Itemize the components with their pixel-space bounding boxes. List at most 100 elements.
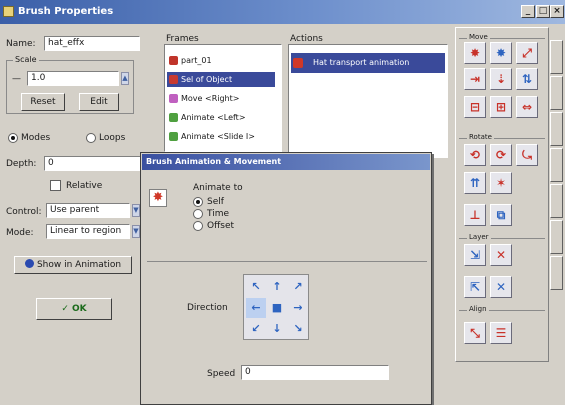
brush-settings-panel: Name: hat_effx Scale — 1.0 ▲ Reset Edit … bbox=[2, 26, 162, 356]
animate-to-label: Animate to bbox=[193, 183, 243, 193]
frame-item[interactable]: Animate <Left> bbox=[167, 110, 275, 125]
loops-radio-label: Loops bbox=[99, 133, 126, 143]
align-diagonal-tool-icon[interactable]: ⤡ bbox=[464, 322, 486, 344]
tool-group: Rotate bbox=[459, 133, 545, 141]
align-grid-tool-icon[interactable]: ⊞ bbox=[490, 96, 512, 118]
layer-remove-tool-icon[interactable]: ✕ bbox=[490, 244, 512, 266]
flip-tool-icon[interactable]: ⇅ bbox=[516, 68, 538, 90]
mode-select[interactable]: Linear to region bbox=[46, 224, 130, 239]
side-tab-3[interactable] bbox=[550, 112, 563, 146]
stack-up-tool-icon[interactable]: ⇈ bbox=[464, 172, 486, 194]
tool-group-label: Rotate bbox=[467, 133, 494, 141]
animate-option-radio[interactable] bbox=[193, 209, 203, 219]
minimize-button[interactable]: _ bbox=[521, 5, 535, 18]
control-select[interactable]: Use parent bbox=[46, 203, 130, 218]
rotate-right-tool-icon[interactable]: ⟳ bbox=[490, 144, 512, 166]
side-tab-5[interactable] bbox=[550, 184, 563, 218]
frames-list[interactable]: part_01 Sel of Object Move <Right> Animate … bbox=[164, 44, 282, 152]
move-down-tool-icon[interactable]: ⇣ bbox=[490, 68, 512, 90]
info-icon bbox=[24, 259, 34, 268]
side-tab-2[interactable] bbox=[550, 76, 563, 110]
reset-button[interactable]: Reset bbox=[21, 93, 65, 111]
direction-down-left-icon[interactable]: ↙ bbox=[246, 319, 266, 339]
frame-item-label: Sel of Object bbox=[181, 75, 233, 84]
maximize-button[interactable]: □ bbox=[536, 5, 550, 18]
animate-option-radio[interactable] bbox=[193, 197, 203, 207]
spark-tool-icon[interactable]: ✶ bbox=[490, 172, 512, 194]
frame-item-label: Animate <Left> bbox=[181, 113, 246, 122]
rotate-left-tool-icon[interactable]: ⟲ bbox=[464, 144, 486, 166]
stretch-tool-icon[interactable]: ⇔ bbox=[516, 96, 538, 118]
direction-right-icon[interactable]: → bbox=[288, 298, 308, 318]
action-item-label: Hat transport animation bbox=[313, 58, 410, 67]
direction-up-icon[interactable]: ↑ bbox=[267, 277, 287, 297]
frame-icon bbox=[169, 56, 178, 65]
layer-tool-icon[interactable]: ⧉ bbox=[490, 204, 512, 226]
side-tab-6[interactable] bbox=[550, 220, 563, 254]
burst-icon: ✸ bbox=[149, 189, 167, 207]
actions-header: Actions bbox=[290, 34, 323, 44]
layer-forward-tool-icon[interactable]: ⇲ bbox=[464, 244, 486, 266]
loops-radio[interactable] bbox=[86, 133, 96, 143]
name-field[interactable]: hat_effx bbox=[44, 36, 140, 51]
frame-item[interactable]: Sel of Object bbox=[167, 72, 275, 87]
scale-group: Scale — 1.0 ▲ Reset Edit bbox=[6, 55, 134, 114]
speed-label: Speed bbox=[207, 369, 236, 379]
modes-radio-label: Modes bbox=[21, 133, 51, 143]
side-tabs bbox=[550, 40, 564, 360]
title-bar[interactable]: Brush Properties _ □ × bbox=[0, 0, 565, 24]
scale-field[interactable]: 1.0 bbox=[27, 71, 119, 86]
baseline-tool-icon[interactable]: ⊥ bbox=[464, 204, 486, 226]
burst-blue-tool-icon[interactable]: ✸ bbox=[490, 42, 512, 64]
direction-center-icon[interactable]: ■ bbox=[267, 298, 287, 318]
ok-button[interactable]: ✓ OK bbox=[36, 298, 112, 320]
side-tab-4[interactable] bbox=[550, 148, 563, 182]
speed-field[interactable]: 0 bbox=[241, 365, 389, 380]
layer-delete-tool-icon[interactable]: ✕ bbox=[490, 276, 512, 298]
rotate-arc-tool-icon[interactable]: ⤿ bbox=[516, 144, 538, 166]
actions-list[interactable]: Hat transport animation bbox=[288, 44, 448, 158]
tool-group-label: Move bbox=[467, 33, 490, 41]
direction-pad[interactable]: ↖ ↑ ↗ ← ■ → ↙ ↓ ↘ bbox=[243, 274, 309, 340]
control-label: Control: bbox=[6, 207, 42, 217]
side-tab-1[interactable] bbox=[550, 40, 563, 74]
mode-label: Mode: bbox=[6, 228, 34, 238]
dialog-title[interactable]: Brush Animation & Movement bbox=[142, 154, 430, 170]
frame-item[interactable]: part_01 bbox=[167, 53, 275, 68]
scale-group-label: Scale bbox=[13, 55, 39, 64]
frame-icon bbox=[169, 132, 178, 141]
resize-tool-icon[interactable]: ⤢ bbox=[516, 42, 538, 64]
tool-group: Layer bbox=[459, 233, 545, 241]
frame-item[interactable]: Move <Right> bbox=[167, 91, 275, 106]
show-in-animation-button[interactable]: Show in Animation bbox=[14, 256, 132, 274]
direction-down-right-icon[interactable]: ↘ bbox=[288, 319, 308, 339]
name-label: Name: bbox=[6, 39, 36, 49]
edit-button[interactable]: Edit bbox=[79, 93, 119, 111]
direction-up-right-icon[interactable]: ↗ bbox=[288, 277, 308, 297]
align-list-tool-icon[interactable]: ☰ bbox=[490, 322, 512, 344]
burst-tool-icon[interactable]: ✸ bbox=[464, 42, 486, 64]
mode-dropdown-icon[interactable]: ▼ bbox=[132, 225, 140, 238]
direction-up-left-icon[interactable]: ↖ bbox=[246, 277, 266, 297]
layer-back-tool-icon[interactable]: ⇱ bbox=[464, 276, 486, 298]
frame-item-label: Move <Right> bbox=[181, 94, 240, 103]
action-burst-icon bbox=[293, 58, 303, 68]
animate-option-label: Self bbox=[207, 197, 224, 207]
animate-option-label: Time bbox=[207, 209, 230, 219]
animate-option-radio[interactable] bbox=[193, 221, 203, 231]
actions-list-item[interactable]: Hat transport animation bbox=[291, 53, 445, 73]
frame-item[interactable]: Animate <Slide I> bbox=[167, 129, 275, 144]
control-dropdown-icon[interactable]: ▼ bbox=[132, 204, 140, 217]
animate-option-label: Offset bbox=[207, 221, 235, 231]
side-tab-7[interactable] bbox=[550, 256, 563, 290]
scale-spinner-icon[interactable]: ▲ bbox=[121, 72, 129, 85]
direction-left-icon[interactable]: ← bbox=[246, 298, 266, 318]
relative-checkbox[interactable] bbox=[50, 180, 61, 191]
modes-radio[interactable] bbox=[8, 133, 18, 143]
move-right-tool-icon[interactable]: ⇥ bbox=[464, 68, 486, 90]
close-button[interactable]: × bbox=[550, 5, 564, 18]
direction-label: Direction bbox=[187, 303, 228, 313]
align-horizontal-tool-icon[interactable]: ⊟ bbox=[464, 96, 486, 118]
direction-down-icon[interactable]: ↓ bbox=[267, 319, 287, 339]
frame-icon bbox=[169, 113, 178, 122]
